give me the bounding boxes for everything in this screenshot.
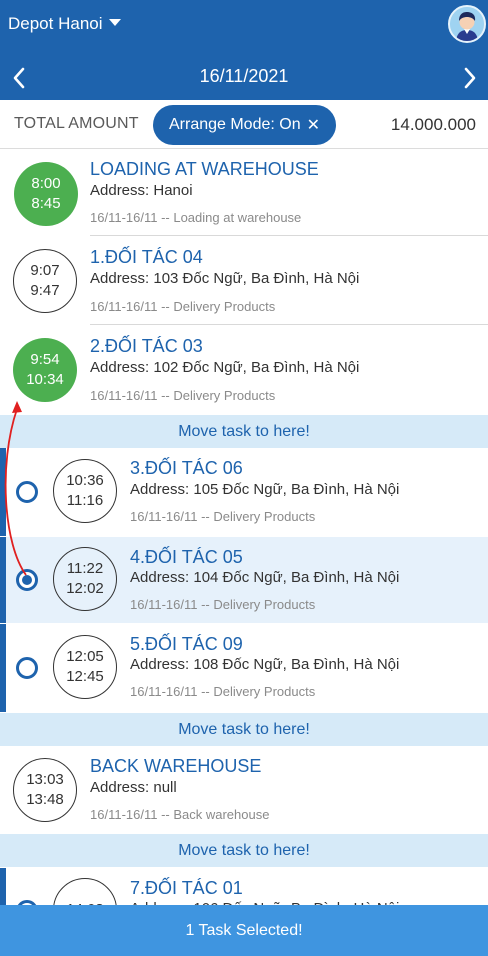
end-time: 13:48 xyxy=(26,791,64,808)
task-row[interactable]: 8:00 8:45 LOADING AT WAREHOUSE Address: … xyxy=(0,150,488,236)
current-date: 16/11/2021 xyxy=(199,66,289,86)
move-task-dropzone[interactable]: Move task to here! xyxy=(0,415,488,448)
task-meta: 16/11-16/11 -- Delivery Products xyxy=(90,388,276,403)
selection-bar xyxy=(0,624,6,712)
task-meta: 16/11-16/11 -- Loading at warehouse xyxy=(90,210,302,225)
task-address: Address: 102 Đốc Ngữ, Ba Đình, Hà Nội xyxy=(90,359,360,376)
time-circle: 9:54 10:34 xyxy=(13,338,77,402)
end-time: 12:45 xyxy=(66,668,104,685)
task-row-selected[interactable]: 11:22 12:02 4.ĐỐI TÁC 05 Address: 104 Đố… xyxy=(0,537,488,623)
radio-icon[interactable] xyxy=(16,481,38,503)
move-task-dropzone[interactable]: Move task to here! xyxy=(0,713,488,746)
task-meta: 16/11-16/11 -- Delivery Products xyxy=(130,597,316,612)
start-time: 10:36 xyxy=(66,472,104,489)
task-title: BACK WAREHOUSE xyxy=(90,756,262,776)
task-row[interactable]: 12:05 12:45 5.ĐỐI TÁC 09 Address: 108 Đố… xyxy=(0,624,488,712)
task-title: 7.ĐỐI TÁC 01 xyxy=(130,878,243,898)
start-time: 9:07 xyxy=(30,262,60,279)
task-row[interactable]: 10:36 11:16 3.ĐỐI TÁC 06 Address: 105 Đố… xyxy=(0,448,488,536)
selection-bar xyxy=(0,537,6,623)
task-address: Address: null xyxy=(90,779,177,796)
time-circle: 8:00 8:45 xyxy=(14,162,78,226)
task-meta: 16/11-16/11 -- Delivery Products xyxy=(130,684,316,699)
time-circle: 10:36 11:16 xyxy=(53,459,117,523)
time-circle: 9:07 9:47 xyxy=(13,249,77,313)
time-circle: 12:05 12:45 xyxy=(53,635,117,699)
task-title: 1.ĐỐI TÁC 04 xyxy=(90,247,203,267)
end-time: 12:02 xyxy=(66,580,104,597)
row-divider xyxy=(90,324,488,325)
summary-bar: TOTAL AMOUNT Arrange Mode: On ✕ 14.000.0… xyxy=(0,100,488,149)
selection-bar xyxy=(0,448,6,536)
task-address: Address: 104 Đốc Ngữ, Ba Đình, Hà Nội xyxy=(130,569,400,586)
arrange-mode-label: Arrange Mode: On xyxy=(168,116,301,133)
selected-tasks-footer[interactable]: 1 Task Selected! xyxy=(0,905,488,956)
app: Depot Hanoi 16/11/2021 TOTAL AMOUNT Arra… xyxy=(0,0,488,956)
start-time: 12:05 xyxy=(66,648,104,665)
move-task-dropzone[interactable]: Move task to here! xyxy=(0,834,488,867)
task-title: 3.ĐỐI TÁC 06 xyxy=(130,458,243,478)
end-time: 11:16 xyxy=(66,492,104,509)
arrange-mode-chip[interactable]: Arrange Mode: On ✕ xyxy=(153,105,336,145)
end-time: 10:34 xyxy=(26,371,64,388)
task-title: LOADING AT WAREHOUSE xyxy=(90,159,319,179)
task-row[interactable]: 13:03 13:48 BACK WAREHOUSE Address: null… xyxy=(0,746,488,833)
task-title: 5.ĐỐI TÁC 09 xyxy=(130,634,243,654)
task-address: Address: Hanoi xyxy=(90,182,193,199)
task-address: Address: 103 Đốc Ngữ, Ba Đình, Hà Nội xyxy=(90,270,360,287)
start-time: 11:22 xyxy=(66,560,104,577)
radio-icon[interactable] xyxy=(16,569,38,591)
depot-name: Depot Hanoi xyxy=(8,14,103,33)
chevron-right-icon xyxy=(464,67,476,89)
caret-down-icon xyxy=(108,18,121,26)
end-time: 8:45 xyxy=(31,195,61,212)
start-time: 8:00 xyxy=(31,175,61,192)
task-row[interactable]: 9:54 10:34 2.ĐỐI TÁC 03 Address: 102 Đốc… xyxy=(0,326,488,414)
row-divider xyxy=(90,235,488,236)
total-amount-value: 14.000.000 xyxy=(390,115,476,134)
task-address: Address: 108 Đốc Ngữ, Ba Đình, Hà Nội xyxy=(130,656,400,673)
time-circle: 13:03 13:48 xyxy=(13,758,77,822)
next-date-button[interactable] xyxy=(458,64,482,92)
time-circle: 11:22 12:02 xyxy=(53,547,117,611)
radio-icon[interactable] xyxy=(16,657,38,679)
end-time: 9:47 xyxy=(30,282,60,299)
total-amount-label: TOTAL AMOUNT xyxy=(14,115,139,132)
start-time: 13:03 xyxy=(26,771,64,788)
task-meta: 16/11-16/11 -- Delivery Products xyxy=(130,509,316,524)
task-title: 2.ĐỐI TÁC 03 xyxy=(90,336,203,356)
task-meta: 16/11-16/11 -- Back warehouse xyxy=(90,807,270,822)
start-time: 9:54 xyxy=(30,351,60,368)
top-bar: Depot Hanoi 16/11/2021 xyxy=(0,0,488,100)
depot-selector[interactable]: Depot Hanoi xyxy=(8,14,121,34)
task-title: 4.ĐỐI TÁC 05 xyxy=(130,547,243,567)
task-address: Address: 105 Đốc Ngữ, Ba Đình, Hà Nội xyxy=(130,481,400,498)
close-icon[interactable]: ✕ xyxy=(307,115,320,135)
user-avatar-icon[interactable] xyxy=(448,5,486,43)
task-meta: 16/11-16/11 -- Delivery Products xyxy=(90,299,276,314)
task-row[interactable]: 9:07 9:47 1.ĐỐI TÁC 04 Address: 103 Đốc … xyxy=(0,237,488,325)
